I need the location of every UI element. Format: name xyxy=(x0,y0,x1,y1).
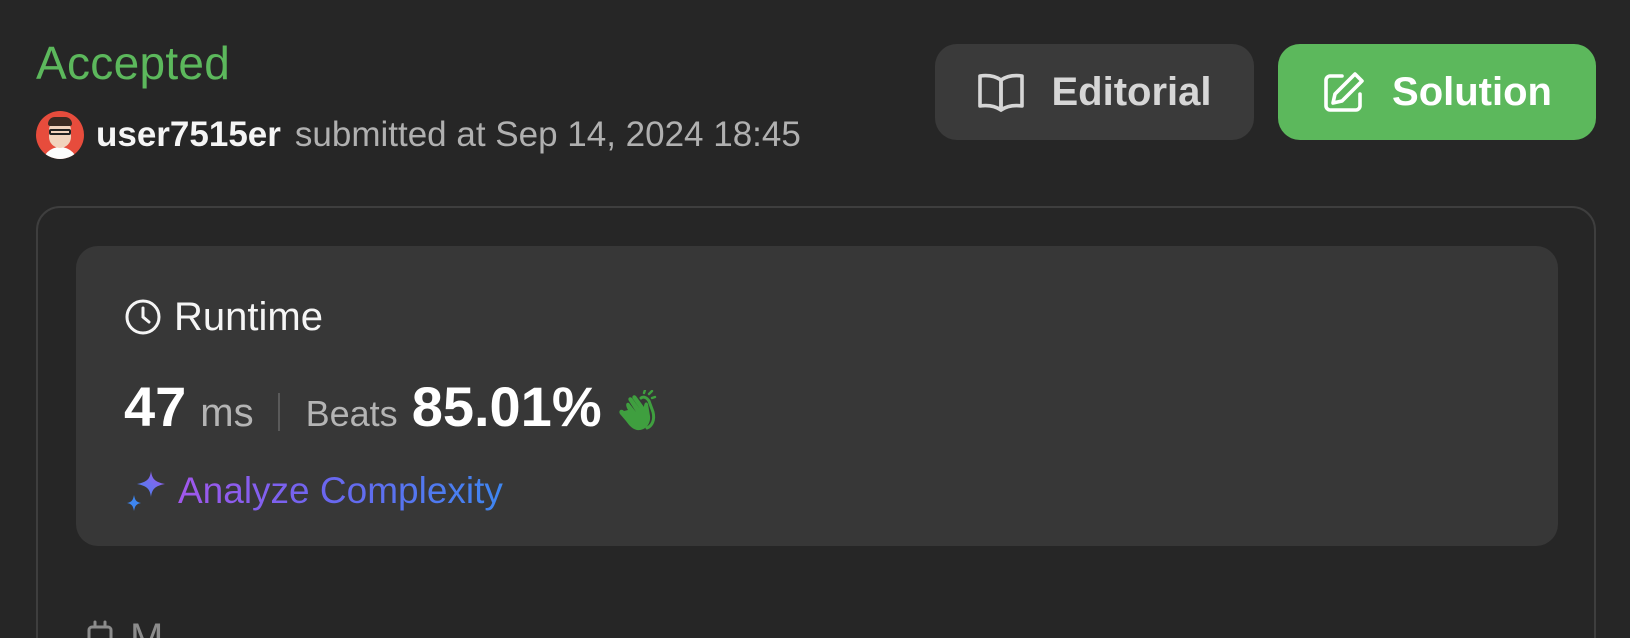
runtime-value: 47 xyxy=(124,375,187,438)
edit-pencil-icon xyxy=(1324,72,1364,112)
clapping-hands-icon xyxy=(618,390,656,431)
beats-label: Beats xyxy=(305,393,398,434)
divider xyxy=(277,393,280,431)
book-open-icon xyxy=(978,73,1025,112)
avatar[interactable] xyxy=(36,111,84,159)
submitted-at-text: submitted at Sep 14, 2024 18:45 xyxy=(294,115,801,154)
analyze-complexity-link[interactable]: Analyze Complexity xyxy=(124,468,503,514)
username-link[interactable]: user7515er xyxy=(96,115,281,155)
editorial-button[interactable]: Editorial xyxy=(935,44,1254,140)
memory-chip-icon xyxy=(87,620,113,638)
runtime-title-label: Runtime xyxy=(174,294,323,339)
memory-title-label: M xyxy=(130,615,164,638)
analyze-complexity-label: Analyze Complexity xyxy=(178,470,503,511)
submission-status: Accepted xyxy=(36,37,231,89)
editorial-label: Editorial xyxy=(1051,69,1212,114)
result-panel: Runtime 47 ms Beats 85.01% Analyze Compl… xyxy=(36,206,1596,638)
solution-label: Solution xyxy=(1392,69,1552,114)
runtime-unit: ms xyxy=(200,391,254,435)
runtime-metrics: 47 ms Beats 85.01% xyxy=(124,374,658,450)
sparkles-icon xyxy=(127,471,165,511)
runtime-title: Runtime xyxy=(124,292,323,342)
submission-meta: user7515er submitted at Sep 14, 2024 18:… xyxy=(36,110,801,160)
runtime-card[interactable]: Runtime 47 ms Beats 85.01% Analyze Compl… xyxy=(76,246,1558,546)
clock-icon xyxy=(125,299,161,335)
memory-title: M xyxy=(82,615,164,638)
beats-percentage: 85.01% xyxy=(411,375,602,438)
submission-detail-page: Accepted user7515er submitted at Sep 14,… xyxy=(0,0,1630,638)
solution-button[interactable]: Solution xyxy=(1278,44,1596,140)
